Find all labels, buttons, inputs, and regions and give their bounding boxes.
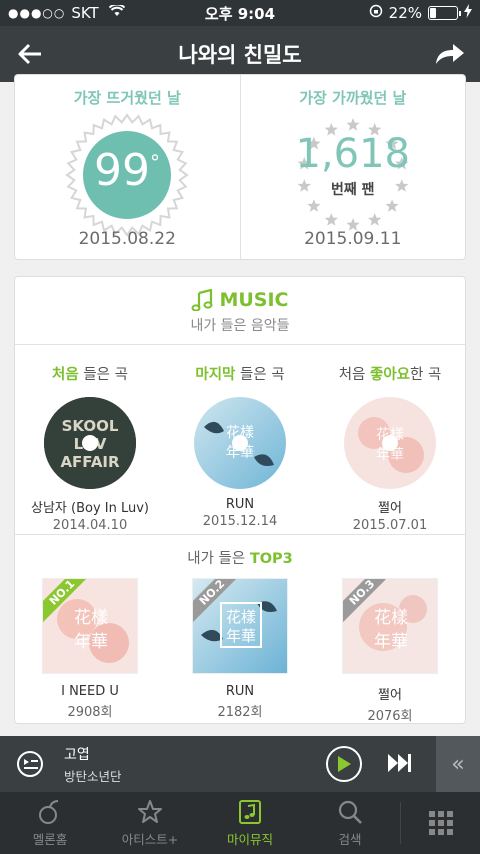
tab-label: 아티스트+	[121, 831, 179, 847]
svg-text:年華: 年華	[74, 632, 108, 652]
svg-text:年華: 年華	[226, 627, 256, 645]
song-title: 상남자 (Boy In Luv)	[30, 501, 149, 516]
page-title: 나와의 친밀도	[178, 43, 302, 67]
tab-my-music[interactable]: 마이뮤직	[200, 792, 300, 854]
album-disc: 花樣 年華	[194, 397, 286, 489]
now-playing-artist: 방탄소년단	[64, 768, 122, 784]
signal-dots-icon: ●●●○○	[8, 6, 66, 20]
closest-day-date: 2015.09.11	[304, 229, 402, 249]
svg-text:年華: 年華	[376, 447, 404, 463]
svg-text:LUV: LUV	[74, 435, 107, 453]
song-title: I NEED U	[61, 684, 119, 699]
song-title: RUN	[225, 684, 255, 699]
svg-text:花樣: 花樣	[374, 608, 408, 628]
top3-item[interactable]: 花樣 年華 NO.2 RUN 2182회	[165, 578, 315, 724]
top3-caption: 내가 들은 TOP3	[187, 551, 293, 567]
top3-list: 花樣 年華 NO.1 I NEED U 2908회 花樣 年華 NO.2 RUN 2…	[15, 578, 465, 724]
svg-text:年華: 年華	[374, 632, 408, 652]
battery-icon	[428, 6, 461, 20]
music-title: MUSIC	[15, 277, 465, 311]
playlist-button[interactable]	[16, 750, 44, 778]
player-collapse-button[interactable]: «	[436, 736, 480, 792]
tab-search[interactable]: 검색	[300, 792, 400, 854]
mini-player: 고엽 방탄소년단 «	[0, 736, 480, 792]
play-count: 2908회	[67, 705, 113, 720]
grid-menu-icon	[428, 811, 453, 835]
first-listened-song[interactable]: 처음 들은 곡 SKOOL LUV AFFAIR 상남자 (Boy In Luv) …	[15, 345, 165, 534]
melon-home-icon	[39, 799, 59, 824]
share-icon	[436, 44, 464, 64]
svg-text:AFFAIR: AFFAIR	[60, 453, 120, 471]
svg-text:花樣: 花樣	[74, 608, 108, 628]
svg-text:花樣: 花樣	[376, 426, 404, 443]
svg-text:花樣: 花樣	[226, 608, 256, 626]
music-note-icon	[191, 289, 213, 311]
last-listened-caption: 마지막 들은 곡	[195, 367, 285, 383]
play-count: 2182회	[217, 705, 263, 720]
tab-artist-plus[interactable]: 아티스트+	[100, 792, 200, 854]
share-button[interactable]	[430, 34, 470, 74]
song-milestones: 처음 들은 곡 SKOOL LUV AFFAIR 상남자 (Boy In Luv) …	[15, 345, 465, 535]
temperature-value: 99°	[94, 145, 160, 196]
first-liked-caption: 처음 좋아요한 곡	[338, 367, 442, 383]
album-cover: 花樣 年華 NO.1	[42, 578, 138, 674]
back-arrow-icon	[18, 43, 41, 65]
song-title: RUN	[225, 497, 255, 512]
battery-percent: 22%	[388, 4, 422, 22]
play-icon	[338, 756, 351, 772]
play-button[interactable]	[326, 746, 362, 782]
top3-item[interactable]: 花樣 年華 NO.3 쩔어 2076회	[315, 578, 465, 724]
first-listened-caption: 처음 들은 곡	[52, 367, 128, 383]
tab-label: 검색	[338, 831, 362, 847]
double-chevron-left-icon: «	[451, 751, 465, 777]
my-music-icon	[239, 799, 261, 824]
music-subtitle: 내가 들은 음악들	[190, 318, 290, 334]
song-title: 쩔어	[378, 501, 402, 516]
svg-text:SKOOL: SKOOL	[62, 417, 119, 435]
fan-rank-value: 1,618	[295, 131, 410, 177]
music-card: MUSIC 내가 들은 음악들 처음 들은 곡 SKOOL LUV AFFAIR 상…	[14, 276, 466, 724]
first-liked-song[interactable]: 처음 좋아요한 곡 花樣年華 쩔어 2015.07.01	[315, 345, 465, 534]
next-track-button[interactable]	[386, 752, 414, 778]
svg-text:年華: 年華	[226, 445, 254, 461]
tab-melon-home[interactable]: 멜론홈	[0, 792, 100, 854]
song-date: 2014.04.10	[52, 518, 128, 533]
skip-next-icon	[388, 754, 411, 772]
svg-text:花樣: 花樣	[226, 424, 254, 441]
album-disc: 花樣 年華	[344, 397, 436, 489]
hottest-day-date: 2015.08.22	[78, 229, 176, 249]
rotation-lock-icon	[369, 4, 383, 22]
charging-icon	[464, 4, 472, 22]
song-title: 쩔어	[378, 688, 402, 703]
hottest-day-panel: 가장 뜨거웠던 날 99° 2015.08.22	[15, 75, 240, 259]
album-cover: 花樣 年華 NO.2	[192, 578, 288, 674]
search-icon	[338, 800, 362, 824]
star-icon	[138, 799, 162, 823]
last-listened-song[interactable]: 마지막 들은 곡 花樣年華 RUN 2015.12.14	[165, 345, 315, 534]
playlist-icon	[17, 751, 43, 777]
bottom-tab-bar: 멜론홈 아티스트+ 마이뮤직 검색	[0, 792, 480, 854]
album-disc: SKOOL LUV AFFAIR	[44, 397, 136, 489]
top3-item[interactable]: 花樣 年華 NO.1 I NEED U 2908회	[15, 578, 165, 724]
back-button[interactable]	[10, 34, 50, 74]
now-playing-info[interactable]: 고엽 방탄소년단	[64, 744, 122, 785]
menu-grid-button[interactable]	[401, 792, 480, 854]
intimacy-summary-card: 가장 뜨거웠던 날 99° 2015.08.22 가장 가까웠던 날 1,618…	[14, 74, 466, 260]
hottest-day-label: 가장 뜨거웠던 날	[73, 89, 181, 107]
music-title-text: MUSIC	[219, 289, 289, 311]
tab-label: 멜론홈	[32, 831, 68, 847]
album-cover: 花樣 年華 NO.3	[342, 578, 438, 674]
closest-day-panel: 가장 가까웠던 날 1,618 번째 팬 2015.09.11	[239, 75, 466, 259]
song-date: 2015.12.14	[202, 514, 278, 529]
song-date: 2015.07.01	[352, 518, 428, 533]
music-header: MUSIC 내가 들은 음악들	[15, 277, 465, 345]
fan-rank-unit: 번째 팬	[330, 182, 375, 198]
now-playing-title: 고엽	[64, 746, 90, 763]
carrier-name: SKT	[71, 4, 99, 22]
closest-day-label: 가장 가까웠던 날	[299, 89, 407, 107]
tab-label: 마이뮤직	[226, 831, 273, 847]
wifi-icon	[108, 3, 125, 21]
status-bar: ●●●○○ SKT 오후 9:04 22%	[0, 0, 480, 26]
play-count: 2076회	[367, 709, 413, 724]
